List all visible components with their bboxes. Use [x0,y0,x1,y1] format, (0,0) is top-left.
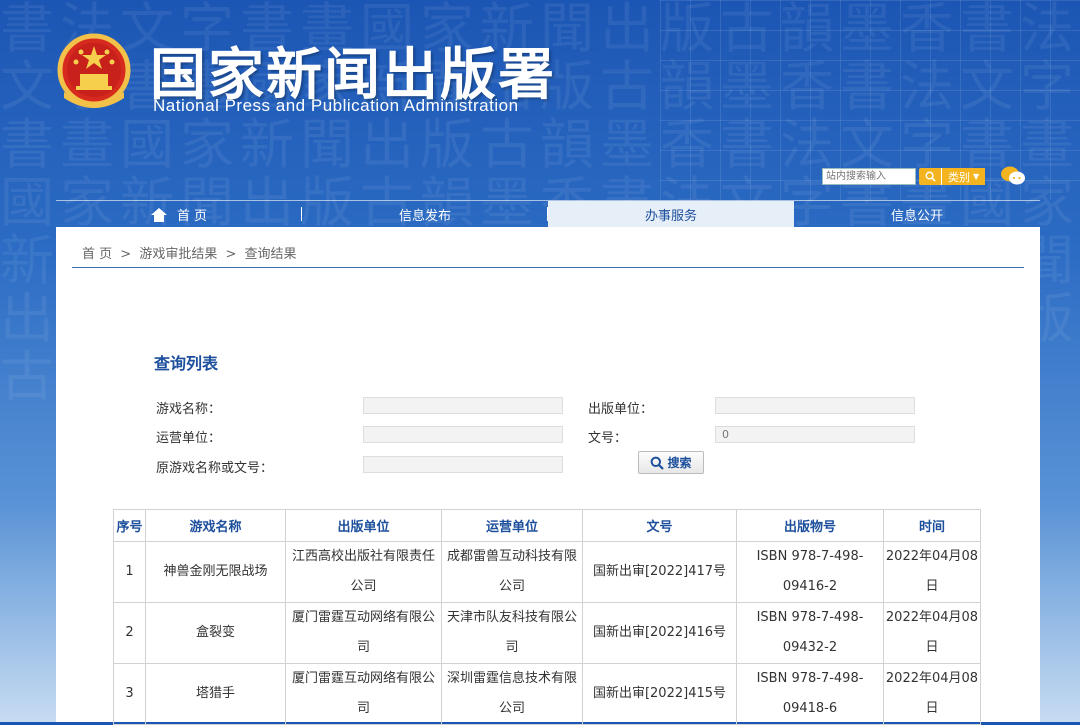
cell-doc-no: 国新出审[2022]415号 [582,663,737,725]
cell-date: 2022年04月08日 [883,602,981,664]
nav-item-label: 信息公开 [890,209,943,224]
wechat-icon[interactable] [1000,165,1026,187]
cell-publisher: 厦门雷霆互动网络有限公司 [285,663,442,725]
col-header-publisher: 出版单位 [285,509,442,542]
cell-isbn: ISBN 978-7-498-09416-2 [736,541,884,603]
game-name-label: 游戏名称： [156,402,222,417]
breadcrumb-separator: > [120,247,132,262]
breadcrumb-game-approval[interactable]: 游戏审批结果 [139,247,217,262]
nav-item-info-release[interactable]: 信息发布 [302,201,548,228]
col-header-no: 序号 [113,509,146,542]
cell-publisher: 江西高校出版社有限责任公司 [285,541,442,603]
original-name-input[interactable] [363,456,563,473]
category-label: 类别 [948,170,970,184]
breadcrumb-current: 查询结果 [244,247,297,262]
operator-label: 运营单位： [156,431,222,446]
cell-game-name[interactable]: 盒裂变 [145,602,286,664]
chevron-down-icon: ▼ [973,172,980,181]
game-name-input[interactable] [363,397,563,414]
cell-operator: 深圳雷霆信息技术有限公司 [441,663,583,725]
col-header-isbn: 出版物号 [736,509,884,542]
col-header-date: 时间 [883,509,981,542]
cell-no: 1 [113,541,146,603]
query-list-title: 查询列表 [154,354,219,373]
nav-item-label: 首 页 [176,209,208,224]
national-emblem-icon [57,33,131,108]
site-subtitle: National Press and Publication Administr… [153,96,519,115]
table-row: 3 塔猎手 厦门雷霆互动网络有限公司 深圳雷霆信息技术有限公司 国新出审[202… [113,663,981,725]
cell-no: 2 [113,602,146,664]
table-row: 1 神兽金刚无限战场 江西高校出版社有限责任公司 成都雷兽互动科技有限公司 国新… [113,541,981,603]
home-icon [150,207,167,222]
breadcrumb-separator: > [225,247,237,262]
cell-game-name[interactable]: 神兽金刚无限战场 [145,541,286,603]
search-button[interactable] [919,168,941,185]
breadcrumb-divider [72,267,1024,268]
publisher-label: 出版单位： [588,402,654,417]
nav-item-label: 信息发布 [398,209,451,224]
cell-isbn: ISBN 978-7-498-09432-2 [736,602,884,664]
cell-doc-no: 国新出审[2022]416号 [582,602,737,664]
doc-no-input[interactable]: 0 [715,426,915,443]
nav-item-services[interactable]: 办事服务 [548,201,794,228]
nav-item-info-disclosure[interactable]: 信息公开 [794,201,1040,228]
cell-doc-no: 国新出审[2022]417号 [582,541,737,603]
cell-operator: 成都雷兽互动科技有限公司 [441,541,583,603]
nav-item-home[interactable]: 首 页 [56,201,302,228]
cell-operator: 天津市队友科技有限公司 [441,602,583,664]
site-search: 类别 ▼ [822,168,986,185]
col-header-operator: 运营单位 [441,509,583,542]
cell-publisher: 厦门雷霆互动网络有限公司 [285,602,442,664]
cell-no: 3 [113,663,146,725]
search-icon [925,171,936,182]
cell-isbn: ISBN 978-7-498-09418-6 [736,663,884,725]
nav-item-label: 办事服务 [644,209,697,224]
cell-date: 2022年04月08日 [883,663,981,725]
search-icon [651,456,665,470]
query-search-button[interactable]: 搜索 [638,451,704,474]
breadcrumb-home[interactable]: 首 页 [82,247,112,262]
category-dropdown[interactable]: 类别 ▼ [941,168,986,185]
search-button-label: 搜索 [667,456,692,470]
col-header-doc-no: 文号 [582,509,737,542]
doc-no-label: 文号： [588,431,628,446]
publisher-input[interactable] [715,397,915,414]
results-table: 序号 游戏名称 出版单位 运营单位 文号 出版物号 时间 1 神兽金刚无限战场 … [113,509,981,725]
cell-game-name[interactable]: 塔猎手 [145,663,286,725]
content-panel: 首 页 > 游戏审批结果 > 查询结果 查询列表 游戏名称： 出版单位： 运营单… [56,227,1040,725]
operator-input[interactable] [363,426,563,443]
original-name-label: 原游戏名称或文号： [156,461,274,476]
table-header-row: 序号 游戏名称 出版单位 运营单位 文号 出版物号 时间 [113,509,981,542]
table-row: 2 盒裂变 厦门雷霆互动网络有限公司 天津市队友科技有限公司 国新出审[2022… [113,602,981,664]
search-input[interactable] [822,168,916,185]
main-nav: 首 页 信息发布 办事服务 信息公开 [56,200,1040,228]
cell-date: 2022年04月08日 [883,541,981,603]
breadcrumb: 首 页 > 游戏审批结果 > 查询结果 [82,243,297,262]
col-header-game-name: 游戏名称 [145,509,286,542]
